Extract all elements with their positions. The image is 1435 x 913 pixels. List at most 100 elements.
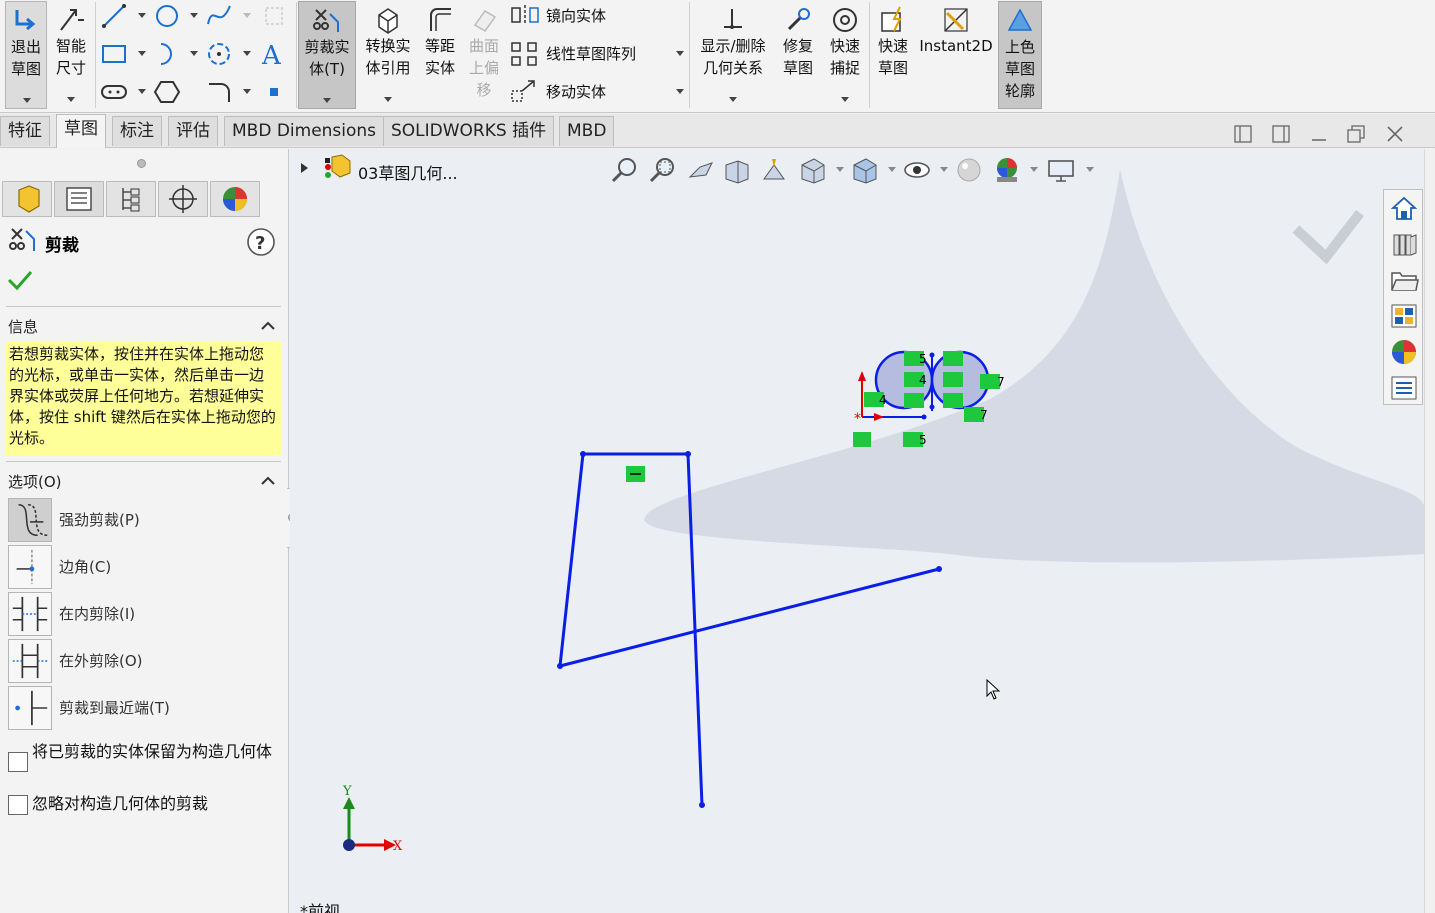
custom-properties-icon[interactable]	[1389, 373, 1419, 403]
smart-dimension-dropdown-icon[interactable]	[67, 97, 75, 102]
spline-tool-icon[interactable]	[205, 2, 233, 30]
view-settings-dropdown-icon[interactable]	[1086, 167, 1094, 172]
expand-tree-arrow-icon[interactable]	[300, 162, 310, 174]
option-trim-away-outside[interactable]: 在外剪除(O)	[8, 639, 282, 683]
dimxpert-manager-tab[interactable]	[158, 181, 208, 217]
trim-dropdown-icon[interactable]	[323, 98, 331, 103]
vertical-scrollbar[interactable]	[1424, 149, 1435, 913]
minimize-icon[interactable]	[1309, 124, 1329, 144]
rapid-sketch-button[interactable]: 快速 草图	[871, 1, 915, 109]
polygon-tool-icon[interactable]	[153, 78, 181, 106]
linear-pattern-button[interactable]: 线性草图阵列	[511, 42, 636, 66]
options-section-header[interactable]: 选项(O)	[8, 471, 282, 492]
sketch-canvas[interactable]: * 5 4 7 4 7 5 Y X	[290, 149, 1425, 913]
graphics-area[interactable]: * 5 4 7 4 7 5 Y X	[290, 149, 1425, 913]
restore-icon[interactable]	[1346, 124, 1366, 144]
hide-show-dropdown-icon[interactable]	[940, 167, 948, 172]
collapse-chevron-icon[interactable]	[260, 320, 276, 330]
view-palette-icon[interactable]	[1389, 301, 1419, 331]
info-section-header[interactable]: 信息	[8, 316, 282, 337]
display-relations-button[interactable]: 显示/删除 几何关系	[694, 1, 772, 109]
convert-dropdown-icon[interactable]	[384, 97, 392, 102]
rectangle-tool-icon[interactable]	[100, 40, 128, 68]
fillet-tool-icon[interactable]	[205, 78, 233, 106]
trim-entities-button[interactable]: 剪裁实 体(T)	[298, 1, 356, 109]
design-library-icon[interactable]	[1389, 229, 1419, 259]
tab-solidworks-addins[interactable]: SOLIDWORKS 插件	[383, 116, 555, 146]
ignore-construction-checkbox[interactable]	[8, 795, 28, 815]
edit-appearance-icon[interactable]	[954, 155, 984, 185]
display-style-icon[interactable]	[850, 155, 880, 185]
sketch-point[interactable]	[936, 566, 942, 572]
circle-tool-icon[interactable]	[153, 2, 181, 30]
arc-tool-icon[interactable]	[153, 40, 181, 68]
tab-evaluate[interactable]: 评估	[168, 116, 218, 146]
option-corner[interactable]: 边角(C)	[8, 545, 282, 589]
part-name[interactable]: 03草图几何...	[358, 160, 458, 184]
exit-sketch-button[interactable]: 退出 草图	[5, 1, 47, 109]
option-power-trim[interactable]: 强劲剪裁(P)	[8, 498, 282, 542]
exit-sketch-dropdown-icon[interactable]	[23, 98, 31, 103]
slot-dropdown-icon[interactable]	[138, 89, 146, 94]
circle-dropdown-icon[interactable]	[190, 13, 198, 18]
tab-annotation[interactable]: 标注	[112, 116, 162, 146]
mirror-entities-button[interactable]: 镜向实体	[511, 5, 606, 27]
sketch-point[interactable]	[685, 451, 691, 457]
spline-dropdown-icon[interactable]	[243, 13, 251, 18]
apply-scene-dropdown-icon[interactable]	[1030, 167, 1038, 172]
sketch-line[interactable]	[559, 567, 940, 668]
appearances-scenes-icon[interactable]	[1389, 337, 1419, 367]
sketch-point[interactable]	[580, 451, 586, 457]
tab-sketch[interactable]: 草图	[56, 114, 106, 148]
sketch-point[interactable]	[699, 802, 705, 808]
option-trim-to-closest[interactable]: 剪裁到最近端(T)	[8, 686, 282, 730]
tile-left-icon[interactable]	[1233, 124, 1253, 144]
line-dropdown-icon[interactable]	[138, 13, 146, 18]
text-tool-icon[interactable]: A	[258, 40, 286, 68]
linear-pattern-dropdown-icon[interactable]	[676, 51, 684, 56]
display-manager-tab[interactable]	[210, 181, 260, 217]
move-entities-button[interactable]: 移动实体	[511, 80, 606, 103]
ok-checkmark-icon[interactable]	[6, 267, 34, 293]
tab-mbd-dimensions[interactable]: MBD Dimensions	[224, 116, 385, 146]
keep-trimmed-construction-checkbox[interactable]	[8, 752, 28, 772]
fillet-dropdown-icon[interactable]	[243, 89, 251, 94]
relations-dropdown-icon[interactable]	[729, 97, 737, 102]
shaded-contours-button[interactable]: 上色 草图 轮廓	[998, 1, 1042, 109]
offset-entities-button[interactable]: 等距 实体	[418, 1, 462, 109]
sketch-point[interactable]	[557, 663, 563, 669]
collapse-chevron-icon[interactable]	[260, 475, 276, 485]
quick-snaps-dropdown-icon[interactable]	[841, 97, 849, 102]
sketch-fillet-icon[interactable]	[260, 2, 288, 30]
move-dropdown-icon[interactable]	[676, 89, 684, 94]
view-settings-icon[interactable]	[1046, 155, 1076, 185]
confirm-corner-checkmark-icon[interactable]	[1292, 209, 1364, 265]
section-view-icon[interactable]	[722, 155, 752, 185]
instant2d-button[interactable]: Instant2D	[917, 1, 995, 109]
tab-features[interactable]: 特征	[0, 116, 50, 146]
offset-surface-button[interactable]: 曲面 上偏 移	[464, 1, 504, 109]
panel-splitter-grip[interactable]	[137, 159, 146, 168]
view-orientation-dropdown-icon[interactable]	[836, 167, 844, 172]
solidworks-resources-icon[interactable]	[1389, 193, 1419, 223]
apply-scene-icon[interactable]	[992, 155, 1022, 185]
tile-right-icon[interactable]	[1271, 124, 1291, 144]
configuration-manager-tab[interactable]	[106, 181, 156, 217]
quick-snaps-button[interactable]: 快速 捕捉	[823, 1, 867, 109]
zoom-to-fit-icon[interactable]	[610, 155, 640, 185]
tab-mbd[interactable]: MBD	[559, 116, 615, 146]
repair-sketch-button[interactable]: 修复 草图	[776, 1, 820, 109]
view-orientation-icon[interactable]	[798, 155, 828, 185]
display-style-dropdown-icon[interactable]	[888, 167, 896, 172]
property-manager-tab[interactable]	[54, 181, 104, 217]
close-icon[interactable]	[1385, 124, 1405, 144]
zoom-to-area-icon[interactable]	[648, 155, 678, 185]
option-trim-away-inside[interactable]: 在内剪除(I)	[8, 592, 282, 636]
line-tool-icon[interactable]	[100, 2, 128, 30]
file-explorer-icon[interactable]	[1389, 265, 1419, 295]
hide-show-items-icon[interactable]	[902, 155, 932, 185]
previous-view-icon[interactable]	[686, 155, 716, 185]
dynamic-annotation-icon[interactable]	[758, 155, 788, 185]
sketch-line[interactable]	[558, 453, 585, 667]
arc-dropdown-icon[interactable]	[190, 51, 198, 56]
